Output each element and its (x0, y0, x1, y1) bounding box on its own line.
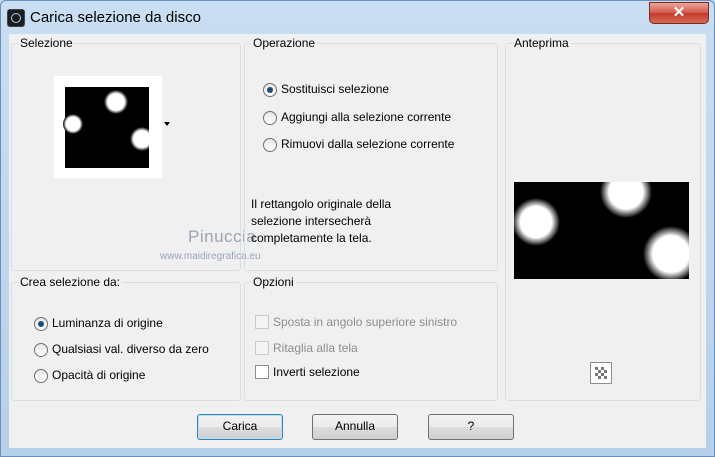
selection-group: Selezione Pinuccia www.maidiregrafica.eu (11, 36, 261, 271)
radio-button[interactable] (263, 111, 277, 125)
radio-button[interactable] (263, 83, 277, 97)
close-button[interactable]: ✕ (649, 2, 709, 24)
dialog-client-area: Selezione Pinuccia www.maidiregrafica.eu… (9, 34, 706, 448)
operation-info-text: Il rettangolo originale della selezione … (251, 196, 391, 247)
app-icon (7, 9, 25, 27)
checkbox-box[interactable] (255, 365, 269, 379)
radio-label: Opacità di origine (52, 368, 146, 382)
radio-button[interactable] (34, 317, 48, 331)
selection-thumbnail-image (63, 76, 162, 168)
preview-image (514, 182, 689, 279)
radio-label: Aggiungi alla selezione corrente (281, 110, 452, 124)
create-from-group: Crea selezione da: Luminanza di origine … (11, 275, 241, 401)
radio-label: Sostituisci selezione (281, 82, 390, 96)
radio-button[interactable] (263, 138, 277, 152)
checkbox-box[interactable] (255, 341, 269, 355)
radio-button[interactable] (34, 343, 48, 357)
radio-label: Qualsiasi val. diverso da zero (52, 342, 209, 356)
checkbox-label: Ritaglia alla tela (273, 341, 358, 355)
help-button[interactable]: ? (428, 414, 514, 440)
cancel-button[interactable]: Annulla (312, 414, 398, 440)
preview-group-label: Anteprima (512, 36, 571, 50)
checkbox-label: Inverti selezione (273, 365, 360, 379)
operation-group-label: Operazione (251, 36, 318, 50)
dialog-window: Carica selezione da disco ✕ Selezione Pi… (0, 0, 715, 457)
radio-label: Rimuovi dalla selezione corrente (281, 137, 455, 151)
radio-button[interactable] (34, 369, 48, 383)
dropdown-arrow-icon[interactable] (164, 122, 170, 126)
operation-group: Operazione Sostituisci selezione Aggiung… (244, 36, 498, 271)
checkbox-box[interactable] (255, 315, 269, 329)
close-icon: ✕ (672, 4, 686, 21)
info-line: selezione intersecherà (251, 214, 372, 228)
create-from-group-label: Crea selezione da: (18, 275, 123, 289)
selection-group-label: Selezione (18, 36, 75, 50)
window-title: Carica selezione da disco (30, 9, 201, 26)
preview-group: Anteprima (505, 36, 701, 401)
options-group: Opzioni Sposta in angolo superiore sinis… (244, 275, 498, 401)
transparency-toggle-button[interactable] (590, 362, 612, 384)
options-group-label: Opzioni (251, 275, 296, 289)
checkbox-label: Sposta in angolo superiore sinistro (273, 315, 458, 329)
info-line: Il rettangolo originale della (251, 197, 392, 211)
load-button[interactable]: Carica (197, 414, 283, 440)
title-bar[interactable]: Carica selezione da disco ✕ (1, 1, 714, 35)
info-line: completamente la tela. (251, 231, 372, 245)
selection-thumbnail[interactable] (54, 76, 162, 178)
checkerboard-icon (595, 367, 607, 379)
radio-label: Luminanza di origine (52, 316, 163, 330)
